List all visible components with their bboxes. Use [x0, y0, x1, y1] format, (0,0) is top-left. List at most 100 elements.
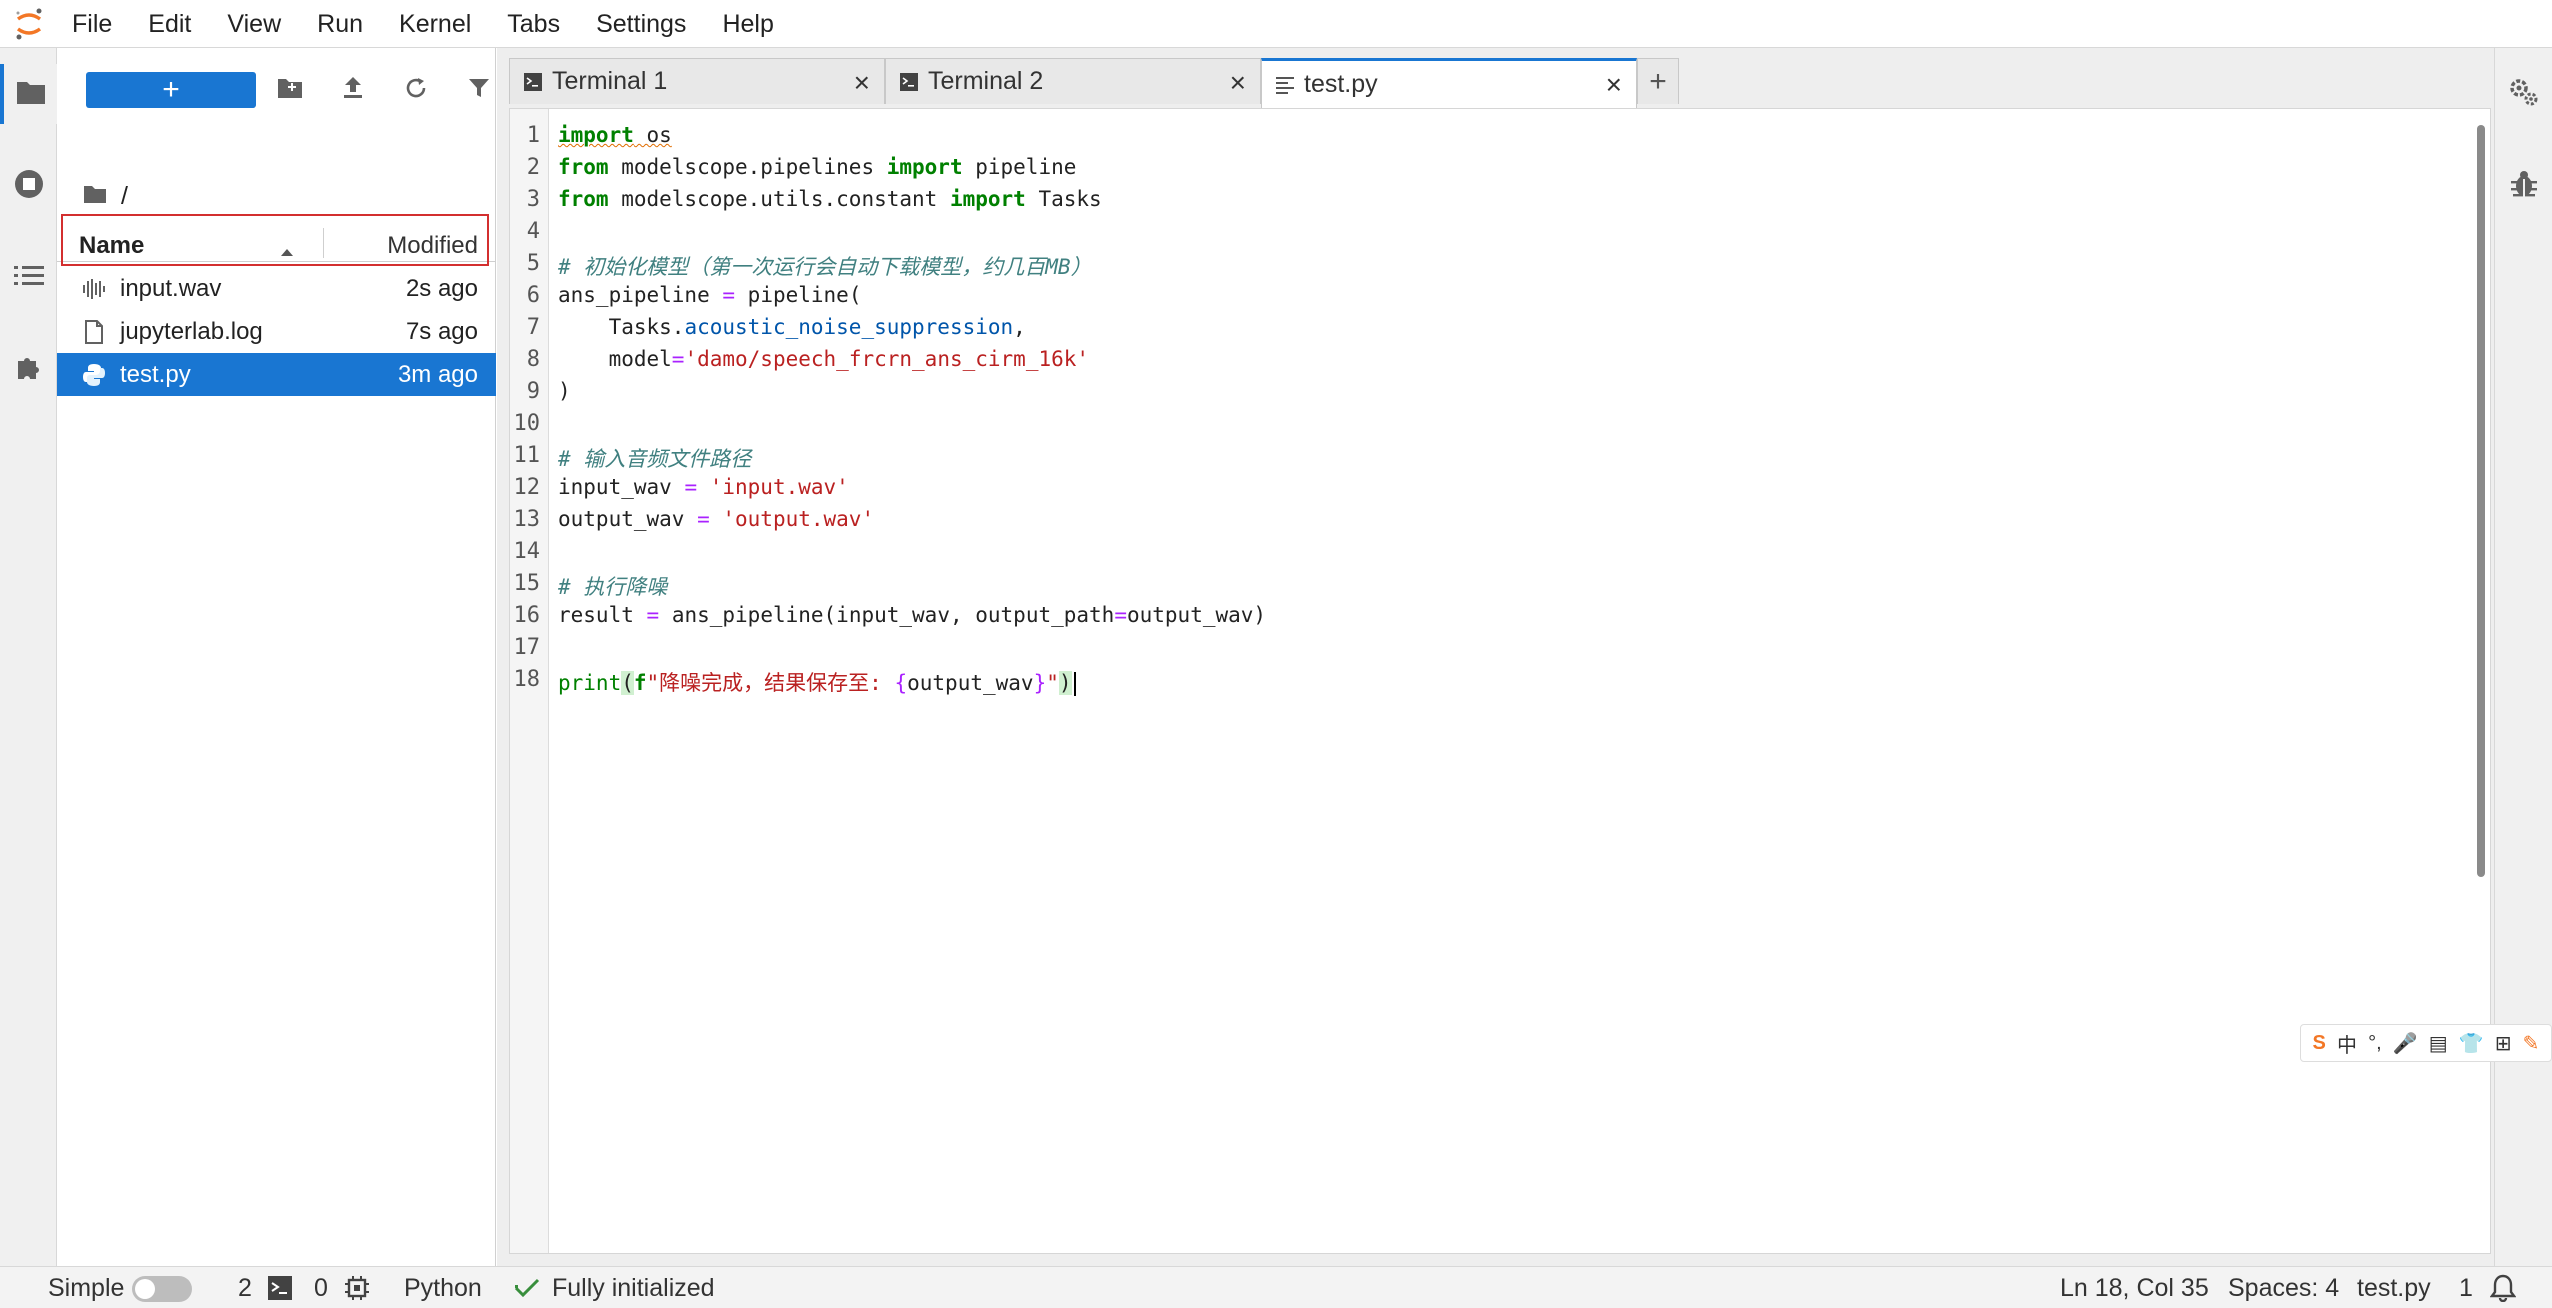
code-line-7[interactable]: Tasks.acoustic_noise_suppression,: [558, 315, 1026, 347]
tab-label: Terminal 2: [928, 67, 1044, 95]
right-activity-bar: [2494, 48, 2552, 1266]
ime-logo-icon[interactable]: S: [2313, 1032, 2326, 1055]
tab-label: test.py: [1304, 70, 1378, 98]
table-of-contents-tab[interactable]: [0, 248, 57, 308]
code-line-16[interactable]: result = ans_pipeline(input_wav, output_…: [558, 603, 1266, 635]
skin-icon[interactable]: 👕: [2459, 1031, 2484, 1056]
terminals-count[interactable]: 2: [238, 1273, 252, 1303]
extension-manager-tab[interactable]: [0, 340, 57, 400]
file-name: input.wav: [120, 275, 222, 302]
check-icon: [514, 1273, 540, 1303]
line-number: 9: [526, 379, 540, 404]
file-row-test-py[interactable]: test.py 3m ago: [57, 353, 496, 396]
kernel-icon[interactable]: [344, 1273, 370, 1303]
tab-terminal-2[interactable]: Terminal 2 ×: [885, 58, 1261, 104]
folder-icon: [16, 79, 46, 110]
debugger-tab[interactable]: [2495, 156, 2552, 216]
code-line-13[interactable]: output_wav = 'output.wav': [558, 507, 874, 539]
menubar: File Edit View Run Kernel Tabs Settings …: [0, 0, 2552, 48]
menu-view[interactable]: View: [209, 0, 299, 48]
plus-icon: +: [162, 73, 180, 106]
bug-icon: [2510, 169, 2538, 204]
menu-run[interactable]: Run: [299, 0, 381, 48]
text-cursor: [1073, 672, 1076, 696]
kernels-count[interactable]: 0: [314, 1273, 328, 1303]
running-sessions-tab[interactable]: [0, 156, 57, 216]
code-string: ": [1046, 671, 1059, 695]
breadcrumb-root[interactable]: /: [121, 182, 128, 211]
code-line-9[interactable]: ): [558, 379, 571, 411]
grid-icon[interactable]: ⊞: [2495, 1031, 2512, 1056]
file-row-input-wav[interactable]: input.wav 2s ago: [57, 267, 496, 310]
add-tab-button[interactable]: +: [1637, 58, 1679, 104]
refresh-button[interactable]: [396, 70, 436, 110]
code-line-11[interactable]: # 输入音频文件路径: [558, 443, 751, 475]
column-header-name[interactable]: Name: [79, 232, 144, 260]
code-line-8[interactable]: model='damo/speech_frcrn_ans_cirm_16k': [558, 347, 1089, 379]
menu-file[interactable]: File: [58, 0, 130, 48]
code-token: input_wav: [558, 475, 685, 499]
microphone-icon[interactable]: 🎤: [2393, 1031, 2418, 1056]
code-line-12[interactable]: input_wav = 'input.wav': [558, 475, 849, 507]
tab-label: Terminal 1: [552, 67, 668, 95]
code-token: modelscope.pipelines: [608, 155, 887, 179]
code-string: 'damo/speech_frcrn_ans_cirm_16k': [684, 347, 1090, 371]
code-line-15[interactable]: # 执行降噪: [558, 571, 667, 603]
indentation-setting[interactable]: Spaces: 4: [2228, 1273, 2339, 1303]
pen-icon[interactable]: ✎: [2523, 1031, 2540, 1056]
line-number: 12: [513, 475, 541, 500]
upload-button[interactable]: [333, 70, 373, 110]
code-editor[interactable]: 1 2 3 4 5 6 7 8 9 10 11 12 13 14 15 16 1…: [509, 108, 2491, 1254]
new-folder-icon: [277, 77, 303, 104]
new-folder-button[interactable]: [270, 70, 310, 110]
scrollbar-thumb[interactable]: [2477, 125, 2485, 877]
column-header-modified[interactable]: Modified: [387, 232, 478, 260]
kernel-name[interactable]: Python: [404, 1273, 482, 1303]
property-inspector-tab[interactable]: [2495, 64, 2552, 124]
close-icon[interactable]: ×: [854, 67, 870, 99]
code-string: 'output.wav': [709, 507, 875, 531]
code-token: f: [633, 671, 647, 695]
line-number: 13: [513, 507, 541, 532]
cursor-position[interactable]: Ln 18, Col 35: [2060, 1273, 2209, 1303]
tab-test-py[interactable]: test.py ×: [1261, 58, 1637, 108]
code-line-6[interactable]: ans_pipeline = pipeline(: [558, 283, 861, 315]
filter-button[interactable]: [459, 70, 499, 110]
code-line-18[interactable]: print(f"降噪完成，结果保存至: {output_wav}"): [558, 667, 1076, 699]
sort-ascending-icon[interactable]: [279, 236, 295, 264]
file-browser-tab[interactable]: [0, 64, 57, 124]
menu-edit[interactable]: Edit: [130, 0, 209, 48]
new-launcher-button[interactable]: +: [86, 72, 256, 108]
vertical-scrollbar[interactable]: [2474, 117, 2488, 1247]
line-number: 14: [513, 539, 541, 564]
line-number: 11: [513, 443, 541, 468]
code-line-2[interactable]: from modelscope.pipelines import pipelin…: [558, 155, 1076, 187]
close-icon[interactable]: ×: [1606, 69, 1622, 101]
keyboard-icon[interactable]: ▤: [2429, 1031, 2448, 1056]
line-number: 5: [526, 251, 540, 276]
line-number: 1: [526, 123, 540, 148]
notification-count[interactable]: 1: [2459, 1273, 2473, 1303]
code-line-3[interactable]: from modelscope.utils.constant import Ta…: [558, 187, 1102, 219]
ime-chinese-mode[interactable]: 中: [2337, 1029, 2357, 1058]
menu-help[interactable]: Help: [704, 0, 791, 48]
column-divider[interactable]: [323, 228, 324, 258]
close-icon[interactable]: ×: [1230, 67, 1246, 99]
tab-terminal-1[interactable]: Terminal 1 ×: [509, 58, 885, 104]
line-number: 16: [513, 603, 541, 628]
code-token: modelscope.utils.constant: [608, 187, 950, 211]
menu-kernel[interactable]: Kernel: [381, 0, 489, 48]
menu-tabs[interactable]: Tabs: [489, 0, 578, 48]
terminal-icon[interactable]: [268, 1273, 292, 1303]
folder-icon[interactable]: [83, 182, 107, 211]
code-token: result: [558, 603, 647, 627]
code-line-1[interactable]: import os: [558, 123, 672, 155]
code-token: =: [722, 283, 736, 307]
bell-icon[interactable]: [2490, 1273, 2516, 1303]
file-row-jupyterlab-log[interactable]: jupyterlab.log 7s ago: [57, 310, 496, 353]
ime-punctuation-icon[interactable]: °,: [2368, 1032, 2382, 1055]
code-token: =: [671, 347, 685, 371]
code-line-5[interactable]: # 初始化模型（第一次运行会自动下载模型，约几百MB）: [558, 251, 1092, 283]
simple-mode-toggle[interactable]: [132, 1276, 192, 1302]
menu-settings[interactable]: Settings: [578, 0, 704, 48]
